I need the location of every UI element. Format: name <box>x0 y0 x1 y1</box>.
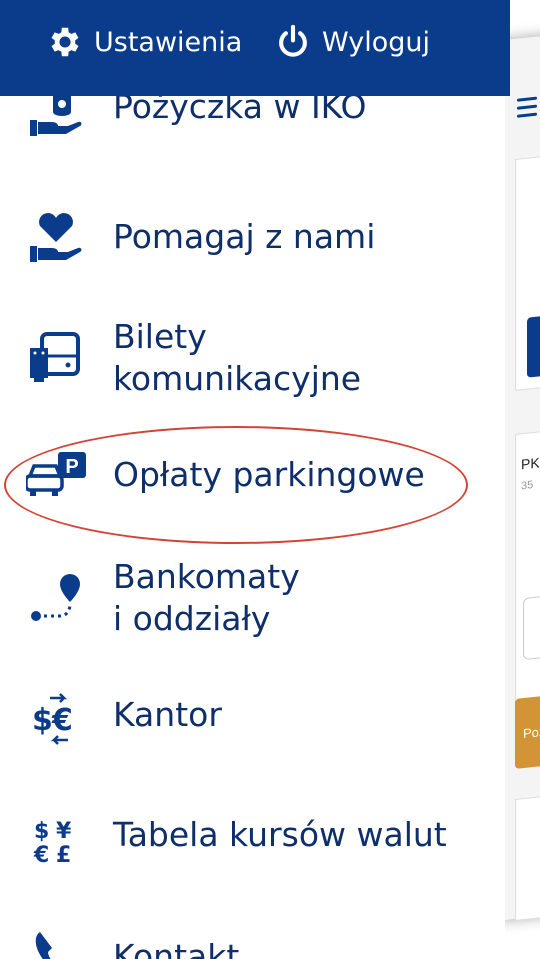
loan-button[interactable]: Poż <box>515 692 540 769</box>
menu-item-loan[interactable]: Pożyczka w IKO <box>0 96 505 156</box>
hamburger-menu-icon[interactable] <box>517 96 537 123</box>
account-number-text: 35 <box>521 479 534 493</box>
bus-ticket-icon <box>26 330 86 390</box>
background-app-panel[interactable]: PKO 35 Poż <box>505 33 540 921</box>
account-name-text: PKO <box>521 453 540 473</box>
menu-item-tickets-label-1: Bilety <box>113 317 207 356</box>
menu-item-contact-label: Kontakt <box>113 937 240 959</box>
menu-item-exchange-label: Kantor <box>113 695 222 734</box>
map-pin-route-icon <box>26 570 86 630</box>
gear-icon <box>46 23 84 61</box>
menu-item-exchange[interactable]: $ € Kantor <box>0 688 505 748</box>
drawer-top-bar: Ustawienia Wyloguj <box>0 0 510 96</box>
menu-item-rates-table[interactable]: $ ¥ € £ Tabela kursów walut <box>0 808 505 868</box>
logout-button[interactable]: Wyloguj <box>274 22 430 62</box>
heart-hand-icon <box>26 208 86 268</box>
settings-label: Ustawienia <box>94 26 243 58</box>
account-card-accent <box>527 315 540 378</box>
currency-table-icon: $ ¥ € £ <box>26 808 86 868</box>
svg-text:¥: ¥ <box>56 819 72 844</box>
account-card-2 <box>515 427 540 736</box>
menu-item-charity-label: Pomagaj z nami <box>113 217 376 256</box>
power-icon <box>274 23 312 61</box>
svg-text:€: € <box>33 843 49 868</box>
svg-text:$: $ <box>32 703 53 738</box>
menu-item-atms-branches[interactable]: Bankomaty i oddziały <box>0 556 505 646</box>
menu-item-parking-label: Opłaty parkingowe <box>113 455 425 494</box>
svg-text:€: € <box>51 703 73 738</box>
navigation-drawer: Pożyczka w IKO Pomagaj z nami Bilety kom… <box>0 96 505 959</box>
menu-item-tickets-label-2: komunikacyjne <box>113 359 362 398</box>
svg-text:$: $ <box>34 819 49 844</box>
menu-item-rates-label: Tabela kursów walut <box>113 815 447 854</box>
amount-field[interactable] <box>523 593 540 661</box>
menu-item-atms-label-1: Bankomaty <box>113 557 300 596</box>
logout-label: Wyloguj <box>322 26 430 58</box>
menu-item-loan-label: Pożyczka w IKO <box>113 96 367 126</box>
menu-item-parking[interactable]: P Opłaty parkingowe <box>0 448 505 508</box>
svg-text:£: £ <box>56 843 71 868</box>
loan-coins-hand-icon <box>26 96 86 146</box>
menu-item-contact[interactable]: Kontakt <box>0 926 505 959</box>
svg-text:P: P <box>65 456 78 478</box>
phone-icon <box>26 926 86 959</box>
car-parking-icon: P <box>24 448 86 508</box>
bottom-card <box>515 792 540 921</box>
menu-item-atms-label-2: i oddziały <box>113 599 271 638</box>
loan-button-label: Poż <box>523 723 540 742</box>
menu-item-charity[interactable]: Pomagaj z nami <box>0 208 505 268</box>
currency-exchange-icon: $ € <box>26 688 86 748</box>
menu-item-tickets[interactable]: Bilety komunikacyjne <box>0 316 505 406</box>
settings-button[interactable]: Ustawienia <box>46 22 242 62</box>
